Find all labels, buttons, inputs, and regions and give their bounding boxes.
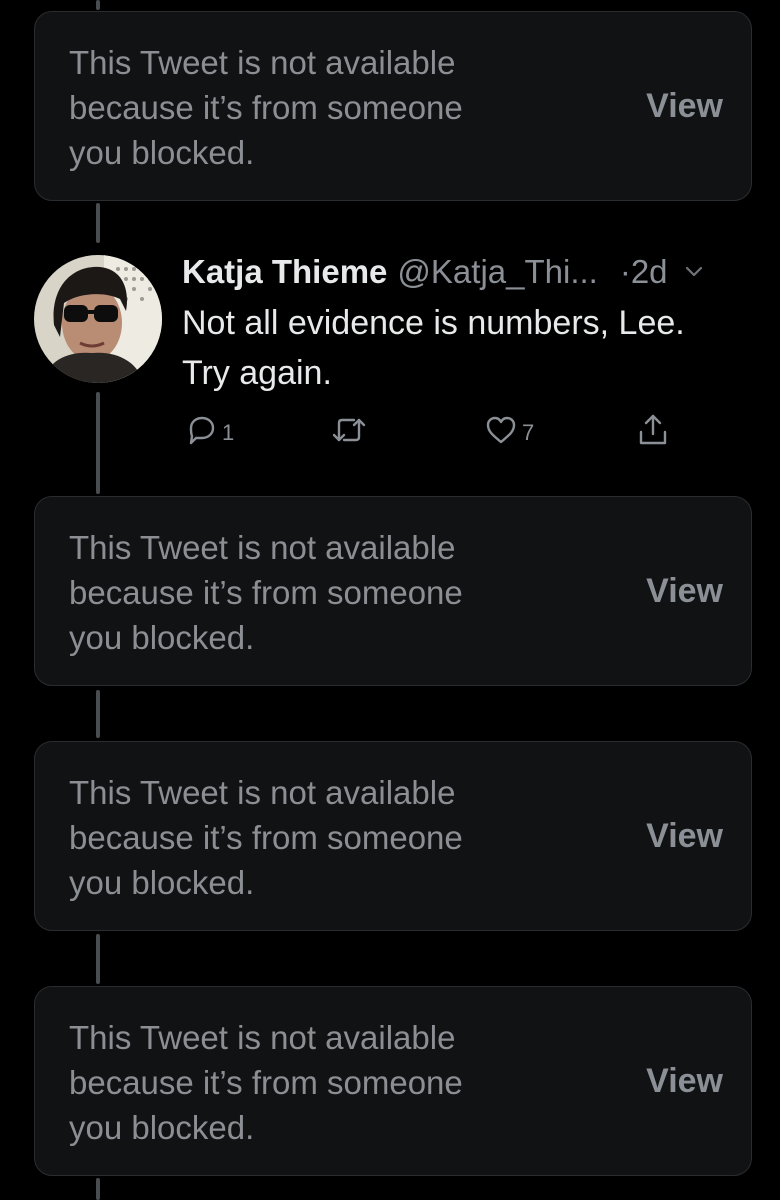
share-button[interactable]: [636, 410, 670, 454]
author-name[interactable]: Katja Thieme: [182, 253, 387, 291]
retweet-button[interactable]: [330, 410, 368, 454]
like-icon: [484, 413, 518, 452]
avatar[interactable]: [34, 255, 162, 383]
tweet-header: Katja Thieme @Katja_Thi... ·2d: [182, 250, 762, 294]
author-handle[interactable]: @Katja_Thi...: [397, 253, 597, 291]
thread-line: [96, 203, 100, 243]
reply-count: 1: [222, 420, 235, 445]
thread-line: [96, 0, 100, 10]
tweet-timestamp[interactable]: ·2d: [620, 253, 668, 291]
view-button[interactable]: View: [646, 742, 723, 930]
blocked-tweet-card: This Tweet is not available because it’s…: [34, 11, 752, 201]
share-icon: [636, 412, 670, 453]
tweet-text: Not all evidence is numbers, Lee. Try ag…: [182, 304, 685, 392]
like-button[interactable]: 7: [484, 410, 534, 454]
chevron-down-icon[interactable]: [682, 260, 706, 284]
view-button[interactable]: View: [646, 497, 723, 685]
thread-line: [96, 934, 100, 984]
blocked-tweet-message: This Tweet is not available because it’s…: [69, 774, 463, 901]
blocked-tweet-message: This Tweet is not available because it’s…: [69, 44, 463, 171]
blocked-tweet-message: This Tweet is not available because it’s…: [69, 1019, 463, 1146]
thread-line: [96, 392, 100, 494]
blocked-tweet-card: This Tweet is not available because it’s…: [34, 741, 752, 931]
blocked-tweet-card: This Tweet is not available because it’s…: [34, 496, 752, 686]
thread-line: [96, 1178, 100, 1200]
retweet-icon: [330, 413, 368, 452]
reply-button[interactable]: 1: [184, 410, 234, 454]
blocked-tweet-card: This Tweet is not available because it’s…: [34, 986, 752, 1176]
thread-line: [96, 690, 100, 738]
view-button[interactable]: View: [646, 12, 723, 200]
view-button[interactable]: View: [646, 987, 723, 1175]
reply-icon: [184, 413, 218, 452]
blocked-tweet-message: This Tweet is not available because it’s…: [69, 529, 463, 656]
like-count: 7: [522, 420, 535, 445]
avatar-image: [34, 255, 162, 383]
